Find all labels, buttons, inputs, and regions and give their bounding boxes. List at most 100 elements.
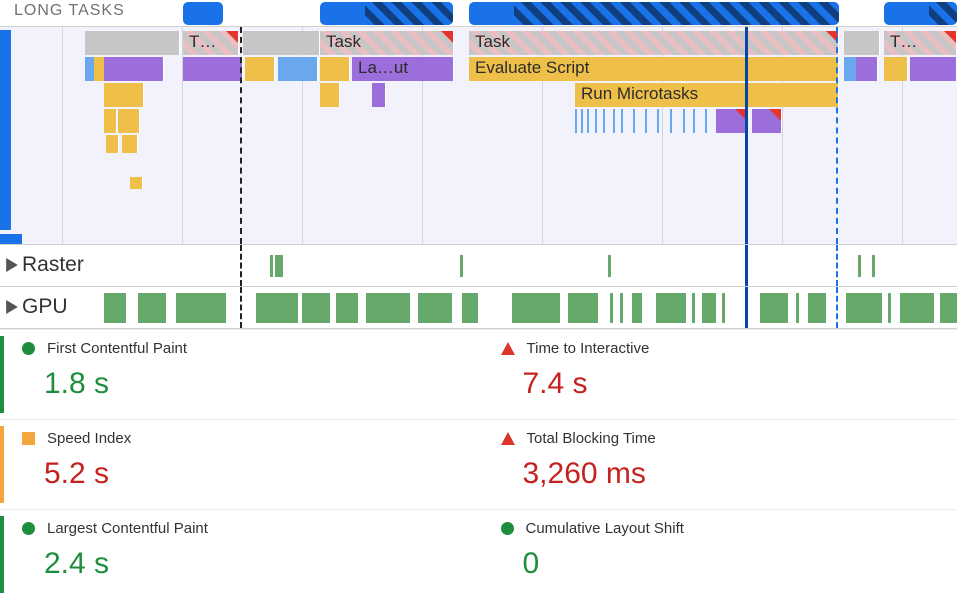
metric-label: Time to Interactive: [527, 340, 650, 357]
flame-span[interactable]: [278, 57, 318, 81]
circle-icon: [501, 522, 514, 535]
gpu-block[interactable]: [702, 293, 716, 323]
triangle-icon: [501, 342, 515, 355]
flame-span[interactable]: [106, 135, 119, 153]
flame-span-evaluate-script[interactable]: Evaluate Script: [469, 57, 839, 81]
metric-tti[interactable]: Time to Interactive 7.4 s: [479, 329, 957, 419]
flame-span[interactable]: [130, 177, 143, 189]
flame-span[interactable]: [245, 57, 275, 81]
raster-track[interactable]: Raster: [0, 245, 957, 287]
gpu-block[interactable]: [610, 293, 613, 323]
metric-label: Speed Index: [47, 430, 131, 447]
circle-icon: [22, 522, 35, 535]
long-tasks-track[interactable]: LONG TASKS: [0, 0, 957, 27]
gpu-block[interactable]: [302, 293, 330, 323]
long-task-bar[interactable]: [469, 2, 839, 25]
gpu-block[interactable]: [900, 293, 934, 323]
task-span[interactable]: T…: [183, 31, 239, 55]
raster-block[interactable]: [608, 255, 611, 277]
gpu-block[interactable]: [512, 293, 560, 323]
marker-line[interactable]: [836, 27, 838, 244]
gpu-block[interactable]: [176, 293, 226, 323]
metric-accent-bar: [0, 336, 4, 413]
flame-span-microtasks[interactable]: Run Microtasks: [575, 83, 839, 107]
long-task-bar[interactable]: [320, 2, 453, 25]
gpu-block[interactable]: [632, 293, 642, 323]
flame-span[interactable]: [104, 83, 144, 107]
gpu-block[interactable]: [846, 293, 882, 323]
expand-icon: [6, 300, 18, 314]
task-span[interactable]: [85, 31, 180, 55]
gpu-block[interactable]: [366, 293, 410, 323]
metric-lcp[interactable]: Largest Contentful Paint 2.4 s: [0, 509, 479, 599]
gpu-block[interactable]: [620, 293, 623, 323]
task-span[interactable]: [243, 31, 320, 55]
gpu-block[interactable]: [760, 293, 788, 323]
task-span[interactable]: Task: [469, 31, 839, 55]
flame-span[interactable]: [716, 109, 748, 133]
raster-block[interactable]: [460, 255, 463, 277]
gpu-block[interactable]: [138, 293, 166, 323]
task-span[interactable]: Task: [320, 31, 454, 55]
gpu-block[interactable]: [796, 293, 799, 323]
current-time-marker[interactable]: [745, 27, 748, 244]
raster-block[interactable]: [275, 255, 283, 277]
raster-block[interactable]: [858, 255, 861, 277]
metrics-panel: First Contentful Paint 1.8 s Time to Int…: [0, 329, 957, 599]
gpu-track-label: GPU: [6, 295, 68, 319]
metric-cls[interactable]: Cumulative Layout Shift 0: [479, 509, 957, 599]
flame-span[interactable]: [118, 109, 140, 133]
gpu-block[interactable]: [568, 293, 598, 323]
circle-icon: [22, 342, 35, 355]
gpu-block[interactable]: [462, 293, 478, 323]
flame-span[interactable]: [183, 57, 243, 81]
gpu-block[interactable]: [336, 293, 358, 323]
flame-span[interactable]: [320, 83, 340, 107]
long-task-bar[interactable]: [884, 2, 957, 25]
metric-speed-index[interactable]: Speed Index 5.2 s: [0, 419, 479, 509]
metric-tbt[interactable]: Total Blocking Time 3,260 ms: [479, 419, 957, 509]
gpu-block[interactable]: [722, 293, 725, 323]
flame-span[interactable]: [104, 57, 164, 81]
raster-block[interactable]: [872, 255, 875, 277]
metric-value: 1.8 s: [18, 367, 479, 401]
main-flame-chart[interactable]: T… Task Task T… La…ut Evaluate Script Ru…: [0, 27, 957, 245]
flame-span[interactable]: La…ut: [352, 57, 454, 81]
long-tasks-label: LONG TASKS: [14, 2, 125, 20]
flame-span[interactable]: [752, 109, 782, 133]
expand-icon: [6, 258, 18, 272]
gpu-block[interactable]: [104, 293, 126, 323]
metric-label: Cumulative Layout Shift: [526, 520, 684, 537]
metric-accent-bar: [0, 516, 4, 593]
metric-fcp[interactable]: First Contentful Paint 1.8 s: [0, 329, 479, 419]
thread-indicator-foot: [0, 234, 22, 244]
flame-span[interactable]: [884, 57, 908, 81]
flame-span[interactable]: [856, 57, 878, 81]
triangle-icon: [501, 432, 515, 445]
raster-block[interactable]: [270, 255, 273, 277]
metric-value: 0: [497, 547, 957, 581]
metric-label: Total Blocking Time: [527, 430, 656, 447]
metric-value: 5.2 s: [18, 457, 479, 491]
gpu-block[interactable]: [692, 293, 695, 323]
metric-value: 2.4 s: [18, 547, 479, 581]
gpu-block[interactable]: [656, 293, 686, 323]
task-span[interactable]: [844, 31, 880, 55]
gpu-block[interactable]: [256, 293, 298, 323]
flame-span[interactable]: [372, 83, 386, 107]
square-icon: [22, 432, 35, 445]
gpu-block[interactable]: [940, 293, 957, 323]
task-span[interactable]: T…: [884, 31, 957, 55]
long-task-bar[interactable]: [183, 2, 223, 25]
flame-span[interactable]: [320, 57, 350, 81]
flame-span[interactable]: [910, 57, 957, 81]
raster-track-label: Raster: [6, 253, 84, 277]
flame-span[interactable]: [104, 109, 117, 133]
gpu-block[interactable]: [888, 293, 891, 323]
gpu-track[interactable]: GPU: [0, 287, 957, 329]
gpu-block[interactable]: [808, 293, 826, 323]
flame-span[interactable]: [122, 135, 138, 153]
marker-line[interactable]: [240, 27, 242, 244]
metric-label: Largest Contentful Paint: [47, 520, 208, 537]
gpu-block[interactable]: [418, 293, 452, 323]
